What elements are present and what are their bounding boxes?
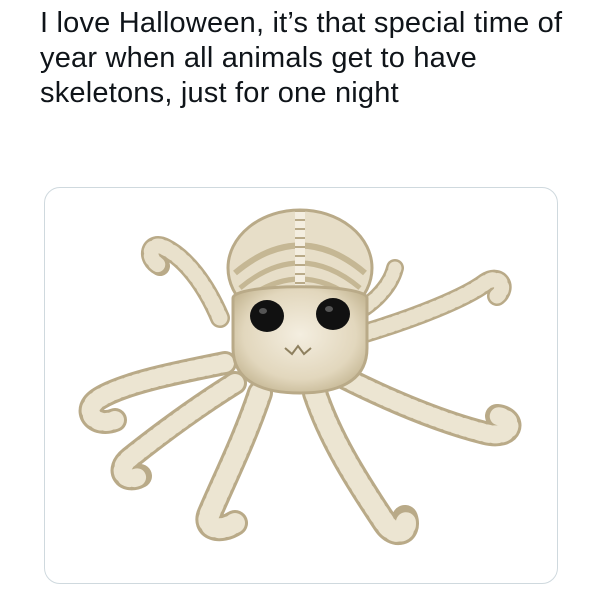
skull <box>231 285 369 395</box>
left-eye <box>250 300 284 332</box>
right-eye <box>316 298 350 330</box>
tweet-text: I love Halloween, it’s that special time… <box>40 7 563 109</box>
octopus-skeleton-image <box>78 208 522 545</box>
tweet-media-card[interactable] <box>44 187 558 584</box>
